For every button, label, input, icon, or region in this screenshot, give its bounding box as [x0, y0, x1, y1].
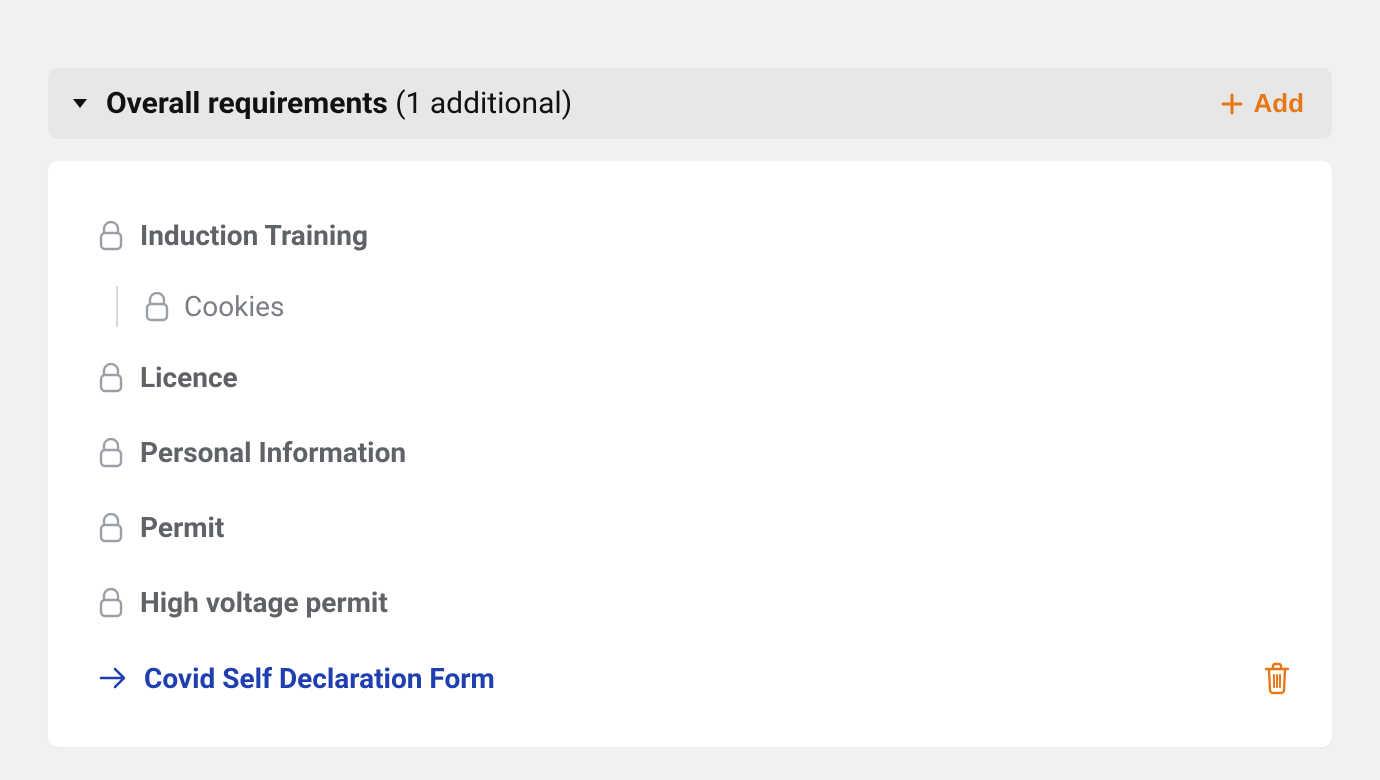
requirement-label: Licence — [140, 361, 238, 394]
lock-icon — [98, 363, 124, 393]
requirement-item[interactable]: Permit — [98, 503, 1296, 552]
add-button[interactable]: Add — [1221, 88, 1304, 119]
lock-icon — [98, 513, 124, 543]
lock-icon — [98, 588, 124, 618]
delete-button[interactable] — [1258, 657, 1296, 699]
additional-requirement-label: Covid Self Declaration Form — [144, 662, 495, 695]
requirement-label: Permit — [140, 511, 224, 544]
arrow-right-icon — [98, 666, 128, 690]
requirement-item[interactable]: Licence — [98, 353, 1296, 402]
requirements-panel-header: Overall requirements (1 additional) Add — [48, 68, 1332, 139]
requirement-sub-label: Cookies — [184, 290, 284, 323]
panel-title-bold: Overall requirements — [106, 86, 388, 121]
panel-title-muted: (1 additional) — [395, 86, 572, 121]
requirement-sub-item[interactable]: Cookies — [116, 286, 1296, 327]
requirement-label: Personal Information — [140, 436, 406, 469]
additional-requirement-left[interactable]: Covid Self Declaration Form — [98, 662, 495, 695]
requirements-panel-body: Induction Training Cookies Licence Perso… — [48, 161, 1332, 747]
lock-icon — [98, 221, 124, 251]
lock-icon — [144, 292, 170, 322]
requirement-item[interactable]: Induction Training — [98, 211, 1296, 260]
add-button-label: Add — [1253, 88, 1304, 119]
lock-icon — [98, 438, 124, 468]
tree-line — [116, 286, 118, 327]
panel-title: Overall requirements (1 additional) — [106, 86, 572, 121]
panel-header-left[interactable]: Overall requirements (1 additional) — [72, 86, 572, 121]
requirement-item[interactable]: Personal Information — [98, 428, 1296, 477]
requirement-item[interactable]: High voltage permit — [98, 578, 1296, 627]
requirement-label: High voltage permit — [140, 586, 388, 619]
trash-icon — [1262, 661, 1292, 695]
requirement-label: Induction Training — [140, 219, 368, 252]
caret-down-icon — [72, 98, 88, 110]
additional-requirement-item: Covid Self Declaration Form — [98, 653, 1296, 703]
plus-icon — [1221, 93, 1243, 115]
